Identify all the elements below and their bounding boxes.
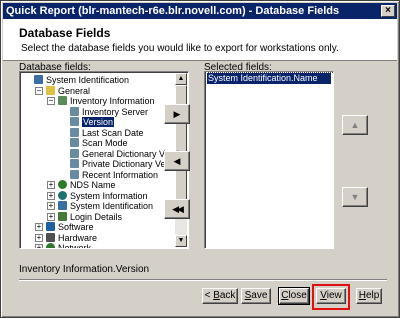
tree-node[interactable]: + Login Details xyxy=(20,211,175,222)
add-field-button[interactable]: ▶ xyxy=(164,104,190,124)
expand-icon[interactable]: + xyxy=(35,233,43,242)
tree-node-label[interactable]: System Identification xyxy=(70,201,153,211)
wizard-header: Database Fields Select the database fiel… xyxy=(3,19,397,61)
expand-icon[interactable]: + xyxy=(47,202,55,210)
tree-node-label[interactable]: System Information xyxy=(70,191,148,201)
close-button[interactable]: Close xyxy=(278,287,310,305)
collapse-icon[interactable]: − xyxy=(35,86,43,95)
tree-node[interactable]: Scan Mode xyxy=(20,138,175,148)
save-button[interactable]: Save xyxy=(241,288,271,304)
tree-node[interactable]: + System Identification xyxy=(20,201,175,211)
tree-node[interactable]: Version xyxy=(20,116,175,128)
selected-fields-list[interactable]: System Identification.Name xyxy=(204,71,334,249)
tree-node[interactable]: Last Scan Date xyxy=(20,127,175,138)
remove-field-button[interactable]: ◀ xyxy=(164,151,190,171)
field-icon xyxy=(70,138,79,147)
expand-icon[interactable]: + xyxy=(47,181,55,189)
expand-icon[interactable]: + xyxy=(47,191,55,200)
status-text: Inventory Information.Version xyxy=(19,264,150,275)
tree-node[interactable]: + Software xyxy=(20,222,175,232)
page-subtitle: Select the database fields you would lik… xyxy=(21,43,339,54)
tree-node[interactable]: Private Dictionary Version xyxy=(20,159,185,169)
network-icon xyxy=(46,243,55,248)
expand-icon[interactable]: + xyxy=(35,223,43,231)
network-icon xyxy=(58,180,67,189)
tree-node-label[interactable]: Recent Information xyxy=(82,170,158,180)
selected-field-item[interactable]: System Identification.Name xyxy=(206,72,332,85)
tree-node-label[interactable]: Version xyxy=(80,116,116,128)
tree-node[interactable]: + Network xyxy=(20,243,175,248)
tree-node[interactable]: General Dictionary Version xyxy=(20,148,188,159)
hardware-icon xyxy=(46,232,55,242)
expand-icon[interactable]: + xyxy=(35,244,43,248)
move-down-button[interactable]: ▼ xyxy=(342,187,368,207)
footer-divider xyxy=(19,279,387,281)
tree-node[interactable]: System Identification xyxy=(20,75,175,85)
title-bar: Quick Report (blr-mantech-r6e.blr.novell… xyxy=(3,3,397,19)
tree-node[interactable]: Recent Information xyxy=(20,169,175,180)
close-icon[interactable]: × xyxy=(381,5,395,17)
tree-node-label[interactable]: NDS Name xyxy=(70,180,116,190)
tree-node-label[interactable]: Scan Mode xyxy=(82,138,128,148)
tag-icon xyxy=(46,85,55,95)
tree-node-label[interactable]: System Identification xyxy=(46,75,129,85)
tree-node[interactable]: − General xyxy=(20,85,175,96)
login-icon xyxy=(58,211,67,221)
field-icon xyxy=(70,106,79,116)
page-title: Database Fields xyxy=(19,26,111,40)
help-button[interactable]: Help xyxy=(356,288,382,304)
computer-icon xyxy=(34,75,43,84)
tree-node-label[interactable]: Last Scan Date xyxy=(82,128,144,138)
view-button-highlight xyxy=(312,284,350,310)
back-button[interactable]: < Back xyxy=(202,288,238,304)
tree-node-label[interactable]: Network xyxy=(58,243,91,248)
tree-node[interactable]: + NDS Name xyxy=(20,180,175,190)
scroll-down-icon[interactable]: ▼ xyxy=(175,235,187,247)
tree-node-label[interactable]: Inventory Server xyxy=(82,107,148,117)
tree-node[interactable]: Inventory Server xyxy=(20,106,175,117)
info-icon xyxy=(58,190,67,200)
tree-node-label[interactable]: Login Details xyxy=(70,212,122,222)
remove-all-fields-button[interactable]: ◀◀ xyxy=(164,199,190,219)
field-icon xyxy=(70,159,79,168)
move-up-button[interactable]: ▲ xyxy=(342,115,368,135)
software-icon xyxy=(46,222,55,231)
tree-node[interactable]: − Inventory Information xyxy=(20,96,175,106)
tree-node[interactable]: + System Information xyxy=(20,190,175,201)
tree-node-label[interactable]: Inventory Information xyxy=(70,96,155,106)
field-icon xyxy=(70,117,79,126)
computer-icon xyxy=(58,201,67,210)
table-icon xyxy=(58,96,67,105)
tree-node-label[interactable]: Software xyxy=(58,222,94,232)
expand-icon[interactable]: + xyxy=(47,212,55,221)
quick-report-dialog: Quick Report (blr-mantech-r6e.blr.novell… xyxy=(0,0,400,318)
tree-node-label[interactable]: General xyxy=(58,86,90,96)
field-icon xyxy=(70,127,79,137)
tree-node-label[interactable]: Hardware xyxy=(58,233,97,243)
field-icon xyxy=(70,148,79,158)
window-title: Quick Report (blr-mantech-r6e.blr.novell… xyxy=(6,5,340,17)
collapse-icon[interactable]: − xyxy=(47,97,55,105)
scroll-up-icon[interactable]: ▲ xyxy=(175,73,187,85)
tree-node[interactable]: + Hardware xyxy=(20,232,175,243)
field-icon xyxy=(70,169,79,179)
